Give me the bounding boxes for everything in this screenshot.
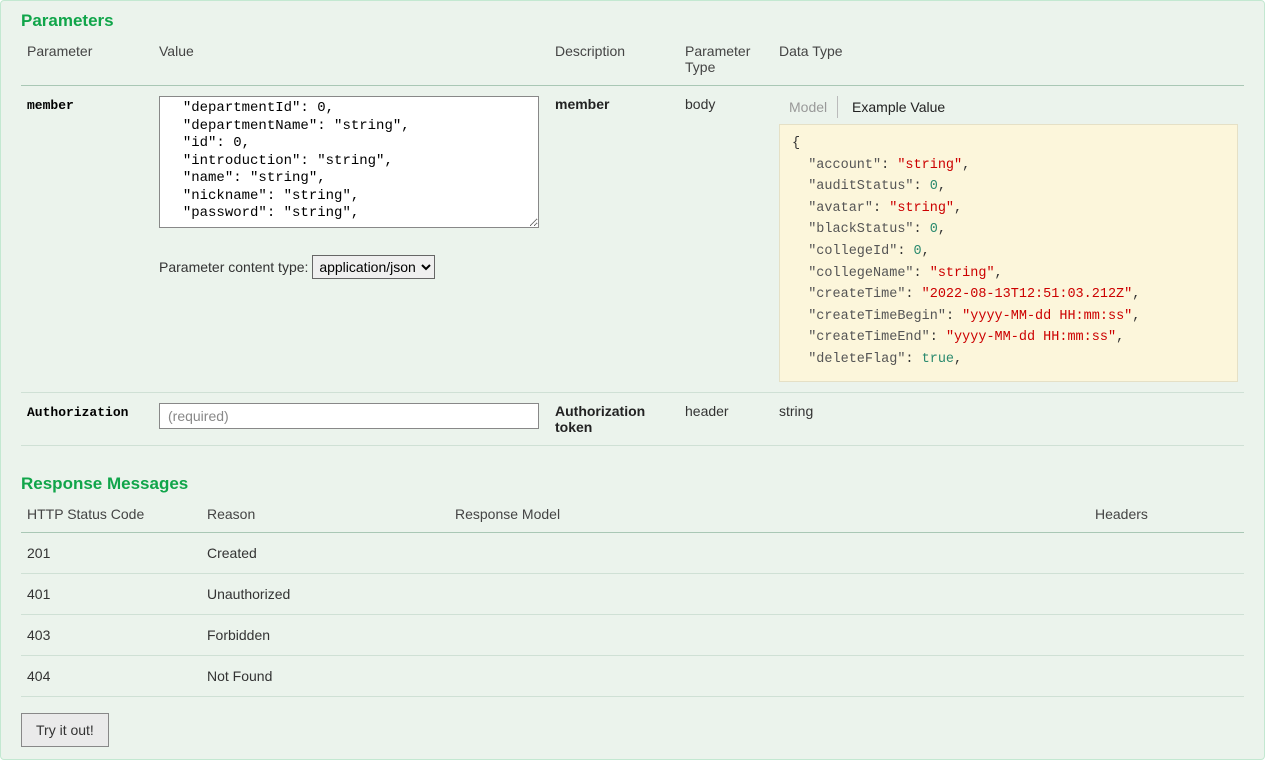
response-model bbox=[449, 615, 1089, 656]
response-row: 404Not Found bbox=[21, 656, 1244, 697]
response-row: 401Unauthorized bbox=[21, 574, 1244, 615]
response-row: 403Forbidden bbox=[21, 615, 1244, 656]
signature-model-tab[interactable]: Model bbox=[779, 96, 838, 118]
signature-example-tab[interactable]: Example Value bbox=[842, 96, 955, 118]
responses-heading: Response Messages bbox=[21, 474, 1244, 494]
param-datatype-authorization: string bbox=[779, 403, 813, 419]
param-type-authorization: header bbox=[685, 403, 729, 419]
response-headers bbox=[1089, 574, 1244, 615]
parameters-table: Parameter Value Description Parameter Ty… bbox=[21, 37, 1244, 446]
signature-nav: Model Example Value bbox=[779, 96, 1238, 118]
param-desc-authorization: Authorization token bbox=[555, 403, 645, 435]
param-desc-member: member bbox=[555, 96, 609, 112]
try-it-out-button[interactable]: Try it out! bbox=[21, 713, 109, 747]
responses-table: HTTP Status Code Reason Response Model H… bbox=[21, 500, 1244, 697]
param-name-member: member bbox=[27, 98, 74, 113]
response-reason: Not Found bbox=[201, 656, 449, 697]
col-header-reason: Reason bbox=[201, 500, 449, 533]
member-body-textarea[interactable] bbox=[159, 96, 539, 228]
content-type-label: Parameter content type: bbox=[159, 259, 308, 275]
authorization-input[interactable] bbox=[159, 403, 539, 429]
response-reason: Created bbox=[201, 533, 449, 574]
col-header-status-code: HTTP Status Code bbox=[21, 500, 201, 533]
response-model bbox=[449, 656, 1089, 697]
col-header-response-model: Response Model bbox=[449, 500, 1089, 533]
response-code: 403 bbox=[21, 615, 201, 656]
param-row-authorization: Authorization Authorization token header… bbox=[21, 393, 1244, 446]
response-model bbox=[449, 574, 1089, 615]
response-code: 401 bbox=[21, 574, 201, 615]
response-reason: Unauthorized bbox=[201, 574, 449, 615]
response-headers bbox=[1089, 533, 1244, 574]
param-name-authorization: Authorization bbox=[27, 405, 128, 420]
operation-panel: Parameters Parameter Value Description P… bbox=[0, 0, 1265, 760]
response-model bbox=[449, 533, 1089, 574]
response-reason: Forbidden bbox=[201, 615, 449, 656]
content-type-select[interactable]: application/json bbox=[312, 255, 435, 279]
example-value-block[interactable]: { "account": "string", "auditStatus": 0,… bbox=[779, 124, 1238, 382]
col-header-description: Description bbox=[549, 37, 679, 86]
response-code: 404 bbox=[21, 656, 201, 697]
col-header-data-type: Data Type bbox=[773, 37, 1244, 86]
col-header-parameter: Parameter bbox=[21, 37, 153, 86]
param-type-member: body bbox=[685, 96, 715, 112]
col-header-param-type: Parameter Type bbox=[679, 37, 773, 86]
response-code: 201 bbox=[21, 533, 201, 574]
response-headers bbox=[1089, 656, 1244, 697]
param-row-member: member Parameter content type: applicati… bbox=[21, 86, 1244, 393]
response-row: 201Created bbox=[21, 533, 1244, 574]
col-header-headers: Headers bbox=[1089, 500, 1244, 533]
response-headers bbox=[1089, 615, 1244, 656]
parameters-heading: Parameters bbox=[21, 11, 1244, 31]
col-header-value: Value bbox=[153, 37, 549, 86]
